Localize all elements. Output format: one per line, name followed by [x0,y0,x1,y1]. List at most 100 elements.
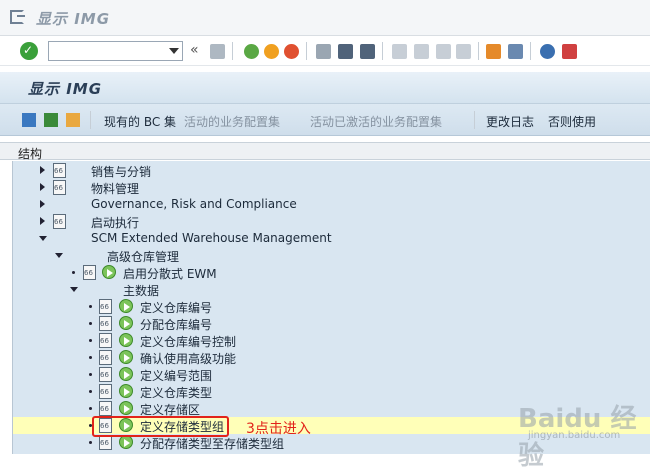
tree-node[interactable]: 定义仓库编号控制 [13,332,650,349]
first-page-icon[interactable] [392,44,407,59]
annotation-text: 3点击进入 [246,421,311,437]
next-page-icon[interactable] [436,44,451,59]
execute-icon[interactable] [119,401,133,415]
shortcut-icon[interactable] [508,44,523,59]
where-used-icon[interactable] [44,113,58,127]
tree-node-label: 确认使用高级功能 [140,352,237,366]
change-log-button[interactable]: 更改日志 [486,113,534,130]
leaf-bullet [72,271,75,274]
inactive-biz-config-button[interactable]: 活动已激活的业务配置集 [310,113,442,130]
expand-arrow-icon[interactable] [40,183,45,191]
new-session-icon[interactable] [486,44,501,59]
leaf-bullet [89,322,92,325]
leaf-bullet [89,373,92,376]
tree-node[interactable]: 高级仓库管理 [13,247,650,264]
bc-sets-button[interactable]: 现有的 BC 集 [104,113,176,130]
separator [478,42,479,60]
expand-arrow-icon[interactable] [40,200,45,208]
screen-header: 显示 IMG [0,72,650,104]
tree-node-label: SCM Extended Warehouse Management [91,231,332,245]
tree-node[interactable]: 主数据 [13,281,650,298]
tree-node[interactable]: SCM Extended Warehouse Management [13,230,650,247]
tree-node-label: 定义编号范围 [140,369,213,383]
tree-node-label: 高级仓库管理 [107,250,180,264]
document-icon[interactable] [83,265,96,280]
tree-node[interactable]: 确认使用高级功能 [13,349,650,366]
tree-node-label: 定义仓库编号控制 [140,335,237,349]
chevron-down-icon[interactable] [169,48,179,54]
leaf-bullet [89,441,92,444]
tree-node[interactable]: 启动执行 [13,213,650,230]
application-toolbar: 现有的 BC 集 活动的业务配置集 活动已激活的业务配置集 更改日志 否则使用 [0,104,650,136]
execute-icon[interactable] [119,350,133,364]
tree-node-label: 主数据 [123,284,160,298]
tree-node-label: 启用分散式 EWM [123,267,217,281]
separator [90,111,91,129]
otherwise-use-button[interactable]: 否则使用 [548,113,596,130]
tree-node[interactable]: Governance, Risk and Compliance [13,196,650,213]
enter-icon[interactable] [20,42,38,60]
tree-node-label: 销售与分销 [91,165,152,179]
exit-icon[interactable] [10,10,25,24]
layout-icon[interactable] [562,44,577,59]
note-icon[interactable] [66,113,80,127]
collapse-arrow-icon[interactable] [39,236,47,241]
document-icon[interactable] [99,350,112,365]
help-icon[interactable] [540,44,555,59]
tree-node[interactable]: 定义仓库编号 [13,298,650,315]
document-icon[interactable] [99,401,112,416]
command-field[interactable] [48,41,183,61]
leaf-bullet [89,356,92,359]
window-title: 显示 IMG [36,10,111,28]
leaf-bullet [89,390,92,393]
tree-node[interactable]: 启用分散式 EWM [13,264,650,281]
leaf-bullet [89,305,92,308]
watermark-url: jingyan.baidu.com [528,430,621,441]
active-biz-config-button[interactable]: 活动的业务配置集 [184,113,280,130]
document-icon[interactable] [99,316,112,331]
tree-node-label: 物料管理 [91,182,140,196]
expand-arrow-icon[interactable] [40,217,45,225]
structure-header: 结构 [0,142,650,161]
execute-icon[interactable] [102,265,116,279]
document-icon[interactable] [99,333,112,348]
document-icon[interactable] [99,367,112,382]
document-icon[interactable] [99,384,112,399]
document-icon[interactable] [53,214,66,229]
page-title: 显示 IMG [28,80,103,98]
tree-node[interactable]: 销售与分销 [13,162,650,179]
document-icon[interactable] [53,163,66,178]
execute-icon[interactable] [119,333,133,347]
cancel-icon[interactable] [284,44,299,59]
leaf-bullet [89,407,92,410]
title-bar: 显示 IMG [0,0,650,36]
separator [530,42,531,60]
execute-icon[interactable] [119,316,133,330]
save-icon[interactable] [210,44,225,59]
collapse-arrow-icon[interactable] [70,287,78,292]
exit-icon[interactable] [264,44,279,59]
execute-icon[interactable] [119,435,133,449]
find-next-icon[interactable] [360,44,375,59]
find-icon[interactable] [338,44,353,59]
collapse-arrow-icon[interactable] [55,253,63,258]
document-icon[interactable] [53,180,66,195]
prev-page-icon[interactable] [414,44,429,59]
execute-icon[interactable] [119,384,133,398]
tree-node-label: Governance, Risk and Compliance [91,197,297,211]
system-toolbar: « [0,36,650,66]
tree-node[interactable]: 物料管理 [13,179,650,196]
leaf-bullet [89,339,92,342]
tree-node[interactable]: 分配仓库编号 [13,315,650,332]
collapse-icon[interactable]: « [190,42,199,58]
document-icon[interactable] [99,299,112,314]
tree-node[interactable]: 定义编号范围 [13,366,650,383]
last-page-icon[interactable] [456,44,471,59]
print-icon[interactable] [316,44,331,59]
execute-icon[interactable] [119,299,133,313]
expand-all-icon[interactable] [22,113,36,127]
expand-arrow-icon[interactable] [40,166,45,174]
back-icon[interactable] [244,44,259,59]
execute-icon[interactable] [119,367,133,381]
document-icon[interactable] [99,435,112,450]
